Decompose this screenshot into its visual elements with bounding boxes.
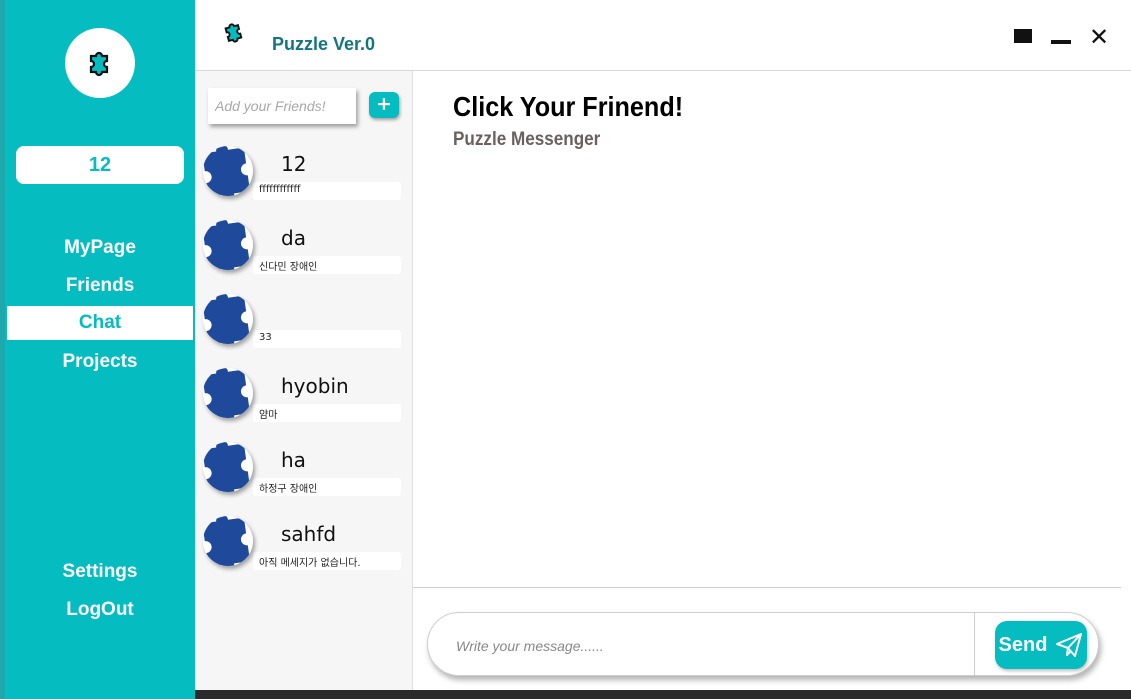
friend-last-message: 33: [259, 332, 272, 343]
puzzle-avatar-icon: [203, 516, 251, 566]
nav-projects[interactable]: Projects: [5, 345, 195, 379]
friend-last-message: ffffffffffff: [259, 184, 301, 195]
close-button[interactable]: ✕: [1087, 23, 1111, 51]
friend-name: hyobin: [281, 374, 349, 398]
friend-name: sahfd: [281, 522, 337, 546]
chat-divider: [413, 587, 1121, 588]
maximize-icon: [1014, 29, 1032, 43]
add-friend-button[interactable]: +: [369, 92, 399, 118]
friend-last-message: 신다민 장애인: [259, 262, 318, 273]
friend-list-item[interactable]: da 신다민 장애인: [203, 220, 403, 280]
minimize-button[interactable]: [1049, 26, 1073, 48]
send-button[interactable]: Send: [995, 621, 1087, 669]
composer-divider: [974, 613, 975, 675]
settings-button[interactable]: Settings: [5, 555, 195, 589]
friend-last-message: 아직 메세지가 없습니다.: [259, 558, 361, 569]
friend-last-message: 하정구 장애인: [259, 484, 318, 495]
avatar: [203, 368, 253, 418]
friend-list-item[interactable]: 33: [203, 294, 403, 354]
message-preview-bar: [253, 330, 401, 348]
message-composer: Send: [427, 612, 1099, 676]
logout-button[interactable]: LogOut: [5, 593, 195, 627]
send-label: Send: [998, 633, 1048, 656]
taskbar-strip: [195, 690, 1131, 699]
friend-list-item[interactable]: hyobin 얌마: [203, 368, 403, 428]
friend-list-item[interactable]: sahfd 아직 메세지가 없습니다.: [203, 516, 403, 576]
puzzle-avatar-icon: [203, 220, 251, 270]
nav-friends[interactable]: Friends: [5, 269, 195, 303]
add-friend-input[interactable]: [208, 88, 356, 124]
puzzle-avatar-icon: [203, 442, 251, 492]
nav-mypage[interactable]: MyPage: [5, 231, 195, 265]
chat-title: Click Your Frinend!: [453, 91, 684, 122]
sidebar: 12 MyPage Friends Chat Projects Settings…: [5, 0, 195, 699]
avatar: [203, 220, 253, 270]
friend-last-message: 얌마: [259, 410, 278, 421]
avatar: [203, 294, 253, 344]
avatar: [203, 146, 253, 196]
friend-name: 12: [281, 152, 307, 176]
chat-area: Click Your Frinend! Puzzle Messenger Sen…: [413, 71, 1131, 699]
close-icon: ✕: [1088, 23, 1110, 51]
puzzle-avatar-icon: [203, 368, 251, 418]
title-bar: Puzzle Ver.0 ✕: [195, 0, 1131, 71]
friend-name: ha: [281, 448, 306, 472]
maximize-button[interactable]: [1012, 26, 1036, 48]
avatar: [203, 516, 253, 566]
chat-subtitle: Puzzle Messenger: [453, 129, 601, 150]
puzzle-logo-icon: [89, 51, 109, 77]
friends-panel: + 12 ffffffffffff da 신다민 장애인 33 hyobin 얌마 ha 하정구…: [195, 71, 413, 699]
minimize-icon: [1051, 40, 1071, 44]
puzzle-avatar-icon: [203, 146, 251, 196]
user-id-badge: 12: [16, 146, 184, 184]
friend-list-item[interactable]: ha 하정구 장애인: [203, 442, 403, 502]
nav-chat[interactable]: Chat: [7, 306, 193, 340]
app-window: 12 MyPage Friends Chat Projects Settings…: [0, 0, 1131, 699]
puzzle-avatar-icon: [203, 294, 251, 344]
app-logo: [65, 28, 135, 98]
paper-plane-icon: [1056, 633, 1083, 657]
app-title: Puzzle Ver.0: [272, 34, 376, 54]
avatar: [203, 442, 253, 492]
friend-list-item[interactable]: 12 ffffffffffff: [203, 146, 403, 206]
message-input[interactable]: [454, 631, 958, 661]
friend-name: da: [281, 226, 306, 250]
puzzle-app-icon: [224, 23, 243, 43]
